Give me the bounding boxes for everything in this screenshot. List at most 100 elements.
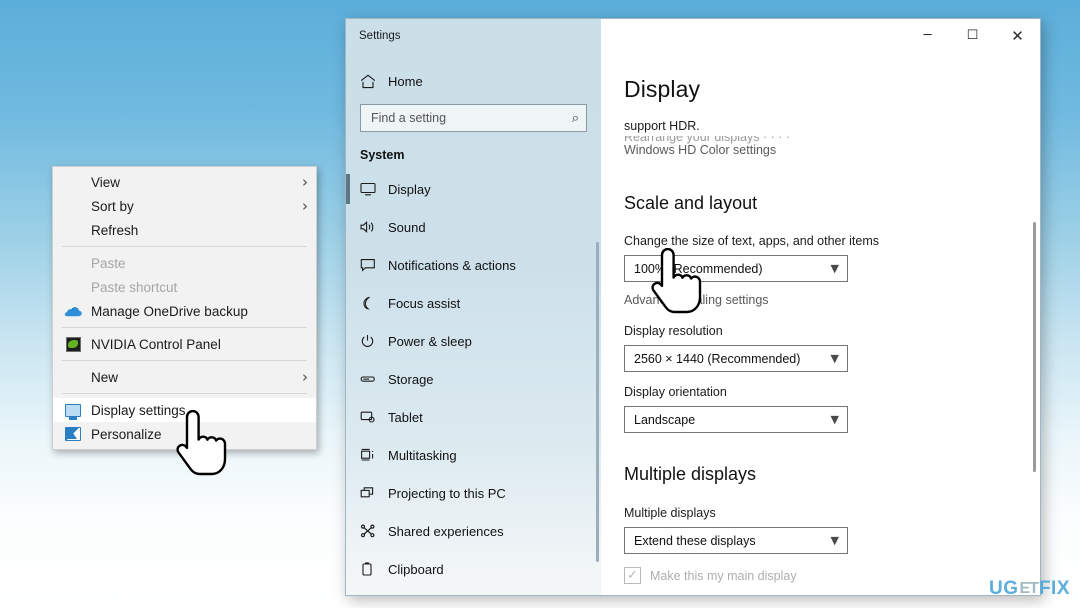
context-menu-item-paste-shortcut: Paste shortcut [53, 275, 316, 299]
display-orientation-dropdown[interactable]: Landscape ▼ [624, 406, 848, 433]
context-menu-item-label: Personalize [91, 426, 162, 442]
context-menu-item-manage-onedrive-backup[interactable]: Manage OneDrive backup [53, 299, 316, 323]
context-menu-item-view[interactable]: View › [53, 170, 316, 194]
window-controls: ─ ☐ ✕ [601, 19, 1040, 52]
sidebar-item-label: Shared experiences [388, 523, 504, 539]
sidebar-item-clipboard[interactable]: Clipboard [346, 550, 601, 588]
context-menu-item-new[interactable]: New › [53, 365, 316, 389]
desktop-background: View › Sort by › Refresh Paste Paste sho… [0, 0, 1080, 608]
display-resolution-label: Display resolution [624, 324, 723, 338]
no-icon [61, 173, 85, 191]
make-main-display-row[interactable]: ✓ Make this my main display [624, 567, 1040, 584]
context-menu-item-label: Paste shortcut [91, 279, 178, 295]
multiple-displays-label: Multiple displays [624, 506, 716, 520]
sidebar-scrollbar[interactable] [596, 242, 599, 562]
sidebar-item-multitasking[interactable]: Multitasking [346, 436, 601, 474]
watermark-part1: UG [988, 578, 1019, 599]
windows-hd-color-settings-link[interactable]: Windows HD Color settings [624, 143, 1040, 157]
sidebar-item-label: Storage [388, 371, 434, 387]
context-menu-item-refresh[interactable]: Refresh [53, 218, 316, 242]
sidebar-item-label: Projecting to this PC [388, 485, 506, 501]
context-menu-item-display-settings[interactable]: Display settings [53, 398, 316, 422]
multiple-displays-heading: Multiple displays [624, 464, 757, 484]
scale-label: Change the size of text, apps, and other… [624, 234, 880, 248]
maximize-button[interactable]: ☐ [950, 19, 995, 52]
context-menu-item-label: Display settings [91, 402, 186, 418]
settings-window: Settings ─ ☐ ✕ Home Find a setting ⌕ Sys… [345, 18, 1041, 596]
context-menu-item-label: New [91, 369, 119, 385]
sidebar-nav-list: Display Sound Notifications & actions Fo… [346, 168, 601, 588]
share-icon [360, 524, 388, 538]
context-menu-item-label: View [91, 174, 121, 190]
scale-dropdown-value: 100% (Recommended) [634, 261, 763, 276]
sidebar-item-storage[interactable]: Storage [346, 360, 601, 398]
sidebar-item-label: Multitasking [388, 447, 457, 463]
chevron-right-icon: › [302, 197, 308, 215]
sidebar-item-home[interactable]: Home [346, 62, 601, 100]
context-menu-separator [62, 246, 307, 247]
display-resolution-dropdown[interactable]: 2560 × 1440 (Recommended) ▼ [624, 345, 848, 372]
home-icon [360, 74, 388, 89]
speaker-icon [360, 220, 388, 234]
sidebar-item-label: Power & sleep [388, 333, 472, 349]
search-container: Find a setting ⌕ [346, 104, 601, 132]
context-menu-item-nvidia-control-panel[interactable]: NVIDIA Control Panel [53, 332, 316, 356]
scale-and-layout-heading: Scale and layout [624, 193, 758, 213]
context-menu-item-label: Paste [91, 255, 126, 271]
sidebar-item-label: Display [388, 181, 431, 197]
sidebar-item-sound[interactable]: Sound [346, 208, 601, 246]
sidebar-item-label: Clipboard [388, 561, 444, 577]
context-menu-item-label: Manage OneDrive backup [91, 303, 248, 319]
context-menu-item-personalize[interactable]: Personalize [53, 422, 316, 446]
advanced-scaling-settings-link[interactable]: Advanced scaling settings [624, 293, 1040, 307]
monitor-icon [360, 182, 388, 196]
no-icon [61, 197, 85, 215]
chevron-down-icon: ▼ [830, 262, 839, 275]
sidebar-item-label: Notifications & actions [388, 257, 516, 273]
sidebar-item-notifications-actions[interactable]: Notifications & actions [346, 246, 601, 284]
multiple-displays-dropdown[interactable]: Extend these displays ▼ [624, 527, 848, 554]
watermark-part3: FIX [1038, 578, 1070, 599]
minimize-button[interactable]: ─ [905, 19, 950, 52]
nvidia-icon [61, 335, 85, 353]
chat-icon [360, 258, 388, 272]
sidebar-item-label: Focus assist [388, 295, 461, 311]
clipboard-icon [360, 562, 388, 576]
sidebar-item-focus-assist[interactable]: Focus assist [346, 284, 601, 322]
window-title: Settings [359, 29, 401, 42]
power-icon [360, 334, 388, 348]
titlebar-left-region: Settings [346, 19, 601, 52]
context-menu-item-sort-by[interactable]: Sort by › [53, 194, 316, 218]
project-icon [360, 486, 388, 500]
window-body: Home Find a setting ⌕ System Display Sou… [346, 52, 1040, 595]
watermark-part2: ET [1019, 580, 1038, 597]
context-menu-item-label: Refresh [91, 222, 139, 238]
search-icon[interactable]: ⌕ [572, 111, 579, 126]
sidebar-group-header: System [360, 148, 405, 162]
main-scrollbar[interactable] [1033, 222, 1036, 472]
window-titlebar: Settings ─ ☐ ✕ [346, 19, 1040, 52]
personalize-icon [61, 425, 85, 443]
page-title: Display [624, 76, 707, 103]
search-input[interactable]: Find a setting ⌕ [360, 104, 587, 132]
no-icon [61, 254, 85, 272]
sidebar-item-label: Home [388, 73, 423, 89]
sidebar-item-display[interactable]: Display [346, 170, 601, 208]
tablet-icon [360, 410, 388, 424]
context-menu-item-label: Sort by [91, 198, 134, 214]
checkbox-icon[interactable]: ✓ [624, 567, 641, 584]
chevron-right-icon: › [302, 368, 308, 386]
settings-sidebar: Home Find a setting ⌕ System Display Sou… [346, 52, 601, 595]
no-icon [61, 368, 85, 386]
close-button[interactable]: ✕ [995, 19, 1040, 52]
sidebar-item-tablet[interactable]: Tablet [346, 398, 601, 436]
scale-dropdown[interactable]: 100% (Recommended) ▼ [624, 255, 848, 282]
sidebar-item-shared-experiences[interactable]: Shared experiences [346, 512, 601, 550]
sidebar-item-power-sleep[interactable]: Power & sleep [346, 322, 601, 360]
sidebar-item-projecting-to-this-pc[interactable]: Projecting to this PC [346, 474, 601, 512]
drive-icon [360, 372, 388, 386]
search-placeholder: Find a setting [371, 111, 447, 125]
context-menu-item-paste: Paste [53, 251, 316, 275]
chevron-down-icon: ▼ [830, 413, 839, 426]
no-icon [61, 221, 85, 239]
